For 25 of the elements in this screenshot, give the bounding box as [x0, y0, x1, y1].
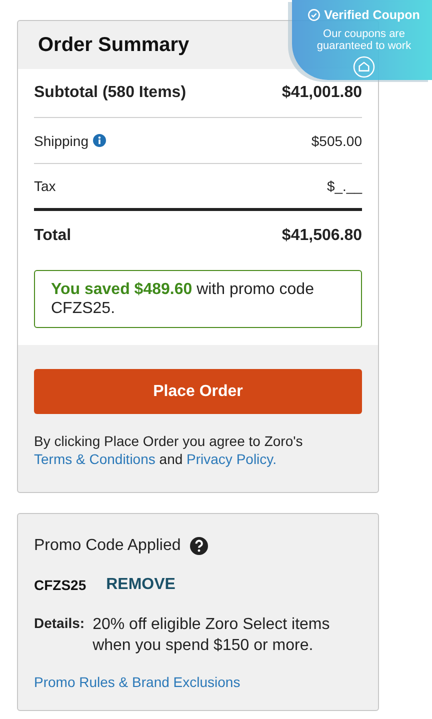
badge-title: Verified Coupon: [324, 8, 420, 22]
promo-code: CFZS25: [34, 577, 86, 593]
line-value: $_.__: [326, 178, 362, 194]
details-label: Details:: [34, 615, 85, 631]
line-value: $41,001.80: [282, 84, 362, 102]
place-order-button[interactable]: Place Order: [34, 369, 362, 414]
badge-text: Our coupons are guaranteed to work: [316, 28, 412, 52]
details-text: 20% off eligible Zoro Select items when you spend $150 or more.: [92, 615, 331, 656]
line-value: $41,506.80: [282, 227, 362, 245]
promo-title: Promo Code Applied: [34, 537, 181, 555]
summary-title: Order Summary: [38, 34, 190, 57]
terms-text: By clicking Place Order you agree to Zoro's Terms & Conditions and Privacy Policy.: [34, 432, 304, 468]
terms-link[interactable]: Terms & Conditions: [34, 451, 156, 467]
line-label: Shipping: [34, 132, 88, 148]
line-label: Tax: [34, 178, 56, 194]
help-icon[interactable]: [188, 536, 209, 556]
remove-button[interactable]: REMOVE: [106, 576, 176, 594]
check-icon: [308, 9, 320, 21]
savings-message: You saved $489.60 with promo code CFZS25.: [34, 270, 362, 328]
info-icon[interactable]: [92, 134, 106, 147]
privacy-link[interactable]: Privacy Policy.: [186, 451, 277, 467]
line-value: $505.00: [311, 132, 362, 148]
line-label: Total: [34, 227, 72, 245]
promo-rules-link[interactable]: Promo Rules & Brand Exclusions: [34, 674, 240, 690]
line-label: Subtotal (580 Items): [34, 84, 186, 102]
